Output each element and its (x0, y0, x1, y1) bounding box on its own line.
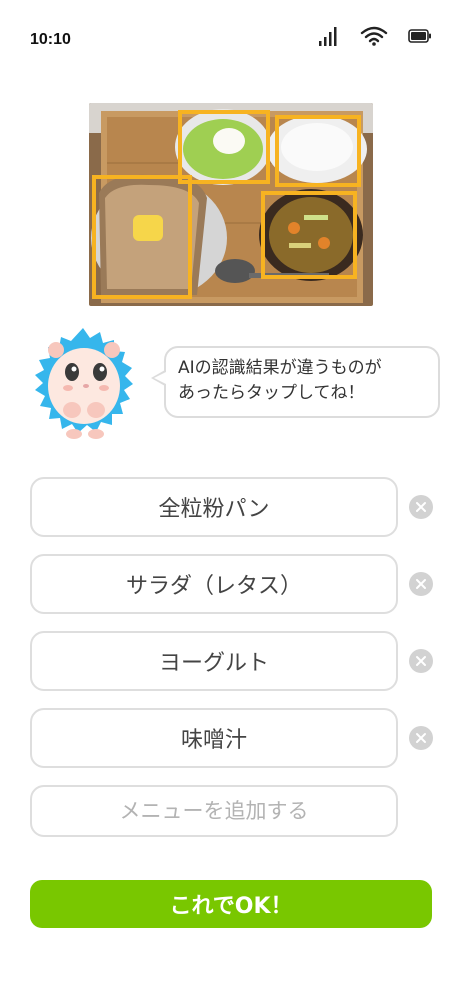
food-item-yogurt[interactable]: ヨーグルト (30, 631, 398, 691)
speech-bubble-text: AIの認識結果が違うものが あったらタップしてね！ (178, 356, 434, 406)
remove-item-button[interactable] (409, 726, 433, 750)
hedgehog-mascot (32, 326, 134, 442)
bubble-line-2: あったらタップしてね！ (178, 383, 365, 403)
remove-item-button[interactable] (409, 572, 433, 596)
remove-item-button[interactable] (409, 649, 433, 673)
speech-bubble: AIの認識結果が違うものが あったらタップしてね！ (164, 346, 440, 418)
food-photo (89, 103, 373, 306)
food-item-label: ヨーグルト (158, 651, 269, 676)
food-item-salad[interactable]: サラダ（レタス） (30, 554, 398, 614)
detection-box-salad[interactable] (178, 110, 270, 184)
status-bar: 10:10 (0, 0, 462, 84)
food-item-whole-wheat-bread[interactable]: 全粒粉パン (30, 477, 398, 537)
close-icon (416, 579, 426, 589)
speech-bubble-tail-inner (154, 372, 166, 384)
food-item-label: 全粒粉パン (158, 497, 270, 522)
detection-box-miso-soup[interactable] (261, 191, 357, 279)
food-item-miso-soup[interactable]: 味噌汁 (30, 708, 398, 768)
detection-box-yogurt[interactable] (275, 115, 361, 187)
status-time: 10:10 (30, 31, 71, 48)
add-menu-input[interactable] (30, 785, 398, 837)
close-icon (416, 502, 426, 512)
ok-button[interactable]: これでOK！ (30, 880, 432, 928)
bubble-line-1: AIの認識結果が違うものが (178, 358, 382, 378)
hedgehog-icon (35, 328, 133, 439)
status-icons (318, 26, 432, 46)
wifi-icon (360, 26, 388, 46)
detection-box-bread[interactable] (92, 175, 192, 299)
food-item-label: 味噌汁 (180, 728, 247, 753)
cellular-signal-icon (319, 27, 337, 46)
battery-icon (408, 29, 431, 43)
close-icon (416, 656, 426, 666)
food-item-label: サラダ（レタス） (125, 574, 302, 599)
close-icon (416, 733, 426, 743)
remove-item-button[interactable] (409, 495, 433, 519)
